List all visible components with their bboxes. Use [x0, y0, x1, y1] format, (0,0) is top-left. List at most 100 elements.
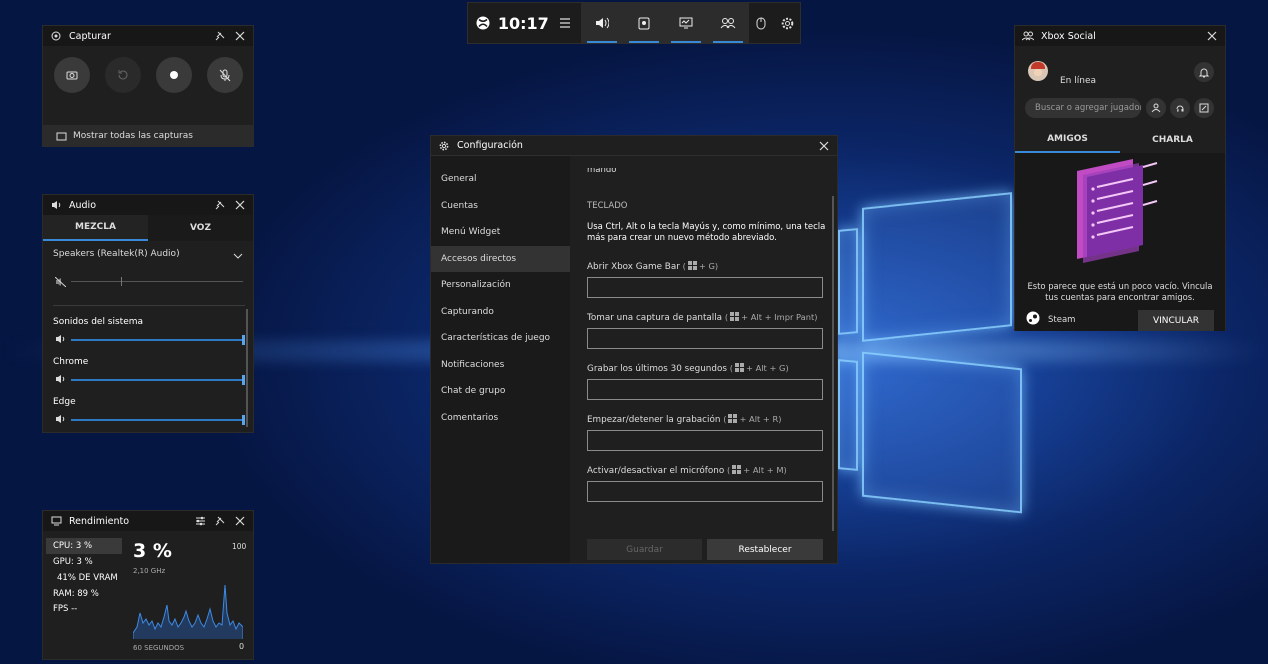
- shortcut-name: Activar/desactivar el micrófono: [587, 466, 725, 476]
- audio-app-name: Chrome: [53, 357, 89, 367]
- pin-icon[interactable]: [213, 198, 227, 212]
- windows-key-icon: [730, 465, 743, 476]
- settings-nav-item[interactable]: Menú Widget: [431, 219, 570, 246]
- speaker-icon[interactable]: [53, 332, 67, 346]
- graph-max: 100: [232, 542, 247, 551]
- xbox-social-panel: Xbox Social En línea Buscar o agregar ju…: [1014, 25, 1226, 331]
- slider-thumb[interactable]: [242, 375, 245, 385]
- close-icon[interactable]: [817, 139, 831, 153]
- options-icon[interactable]: [193, 514, 207, 528]
- device-name: Speakers (Realtek(R) Audio): [53, 249, 180, 259]
- steam-logo-icon: [1026, 311, 1040, 325]
- reset-button[interactable]: Restablecer: [707, 539, 823, 560]
- ram-row[interactable]: RAM: 89 %: [53, 589, 99, 599]
- search-input[interactable]: Buscar o agregar jugador: [1025, 98, 1141, 118]
- settings-nav: General Cuentas Menú Widget Accesos directo…: [431, 156, 570, 563]
- windows-logo-pane: [862, 192, 1012, 342]
- game-bar-top: 10:17: [467, 2, 801, 44]
- app-volume-slider[interactable]: [71, 335, 245, 345]
- settings-title: Configuración: [457, 140, 523, 151]
- settings-nav-item[interactable]: Notificaciones: [431, 352, 570, 379]
- speaker-icon[interactable]: [53, 412, 67, 426]
- settings-window: Configuración General Cuentas Menú Widget A…: [430, 135, 838, 564]
- shortcut-input[interactable]: [587, 379, 823, 400]
- device-select[interactable]: Speakers (Realtek(R) Audio): [53, 249, 245, 263]
- performance-widget-icon[interactable]: [665, 3, 707, 43]
- section-description: Usa Ctrl, Alt o la tecla Mayús y, como m…: [587, 222, 826, 243]
- tab-voice[interactable]: VOZ: [148, 215, 253, 241]
- master-volume-slider[interactable]: [71, 277, 243, 286]
- capture-panel: Capturar Mostrar todas las capturas: [42, 25, 254, 147]
- app-volume-slider[interactable]: [71, 375, 245, 385]
- record-button[interactable]: [156, 57, 192, 93]
- settings-nav-item[interactable]: Accesos directos: [431, 245, 570, 272]
- mouse-icon[interactable]: [749, 3, 775, 43]
- slider-thumb[interactable]: [242, 415, 245, 425]
- slider-thumb[interactable]: [242, 335, 245, 345]
- shortcut-label: Empezar/detener la grabación (+ Alt + R): [587, 414, 782, 425]
- shortcut-input[interactable]: [587, 328, 823, 349]
- close-icon[interactable]: [233, 198, 247, 212]
- fps-row[interactable]: FPS --: [53, 604, 77, 614]
- save-button[interactable]: Guardar: [587, 539, 702, 560]
- shortcut-input[interactable]: [587, 430, 823, 451]
- settings-nav-item[interactable]: Comentarios: [431, 405, 570, 432]
- cut-off-text: mando: [587, 168, 617, 173]
- speaker-icon[interactable]: [53, 372, 67, 386]
- empty-state-message: Esto parece que está un poco vacío. Vinc…: [1027, 281, 1213, 302]
- settings-nav-item[interactable]: Cuentas: [431, 193, 570, 220]
- graph-window: 60 SEGUNDOS: [133, 644, 185, 652]
- shortcut-keys: + Alt + Impr Pant): [741, 312, 818, 322]
- windows-key-icon: [726, 414, 739, 425]
- shortcut-label: Tomar una captura de pantalla (+ Alt + I…: [587, 312, 818, 323]
- shortcut-keys: + Alt + R): [739, 414, 782, 424]
- party-chat-button[interactable]: [1170, 98, 1190, 118]
- show-all-captures-link[interactable]: Mostrar todas las capturas: [43, 125, 253, 147]
- shortcut-name: Abrir Xbox Game Bar: [587, 262, 680, 272]
- notification-bell-button[interactable]: [1194, 62, 1214, 82]
- shortcut-input[interactable]: [587, 481, 823, 502]
- shortcut-name: Empezar/detener la grabación: [587, 415, 721, 425]
- pin-icon[interactable]: [213, 29, 227, 43]
- shortcut-input[interactable]: [587, 277, 823, 298]
- graph-min: 0: [239, 642, 245, 651]
- settings-nav-item[interactable]: Chat de grupo: [431, 378, 570, 405]
- capture-widget-icon[interactable]: [623, 3, 665, 43]
- shortcut-keys: + Alt + M): [743, 465, 787, 475]
- shortcut-keys: + G): [698, 261, 719, 271]
- speaker-muted-icon[interactable]: [53, 275, 67, 289]
- panel-title: Audio: [69, 199, 97, 211]
- speaker-icon: [49, 198, 63, 212]
- settings-nav-item[interactable]: Características de juego: [431, 325, 570, 352]
- settings-nav-item[interactable]: Personalización: [431, 272, 570, 299]
- tab-friends[interactable]: AMIGOS: [1015, 127, 1120, 153]
- gear-icon[interactable]: [774, 3, 800, 43]
- social-widget-icon[interactable]: [707, 3, 749, 43]
- audio-panel: Audio MEZCLA VOZ Speakers (Realtek(R) Au…: [42, 194, 254, 433]
- settings-nav-item[interactable]: General: [431, 166, 570, 193]
- widget-menu-icon[interactable]: [549, 3, 581, 43]
- tab-chat[interactable]: CHARLA: [1120, 127, 1225, 153]
- xbox-logo-icon[interactable]: [468, 3, 498, 43]
- close-icon[interactable]: [1205, 29, 1219, 43]
- record-last-button[interactable]: [105, 57, 141, 93]
- add-friend-button[interactable]: [1146, 98, 1166, 118]
- scrollbar[interactable]: [246, 309, 248, 427]
- close-icon[interactable]: [233, 29, 247, 43]
- gpu-row[interactable]: GPU: 3 %: [53, 557, 93, 567]
- screenshot-button[interactable]: [54, 57, 90, 93]
- link-account-button[interactable]: VINCULAR: [1138, 310, 1214, 331]
- audio-widget-icon[interactable]: [581, 3, 623, 43]
- scrollbar[interactable]: [832, 196, 834, 531]
- app-volume-slider[interactable]: [71, 415, 245, 425]
- tab-mix[interactable]: MEZCLA: [43, 215, 148, 241]
- compose-button[interactable]: [1194, 98, 1214, 118]
- vram-row[interactable]: 41% DE VRAM: [57, 573, 118, 583]
- avatar[interactable]: [1028, 61, 1048, 81]
- settings-content: mando TECLADO Usa Ctrl, Alt o la tecla M…: [571, 156, 837, 563]
- mic-mute-button[interactable]: [207, 57, 243, 93]
- pin-icon[interactable]: [213, 514, 227, 528]
- cpu-row[interactable]: CPU: 3 %: [46, 538, 122, 554]
- settings-nav-item[interactable]: Capturando: [431, 299, 570, 326]
- close-icon[interactable]: [233, 514, 247, 528]
